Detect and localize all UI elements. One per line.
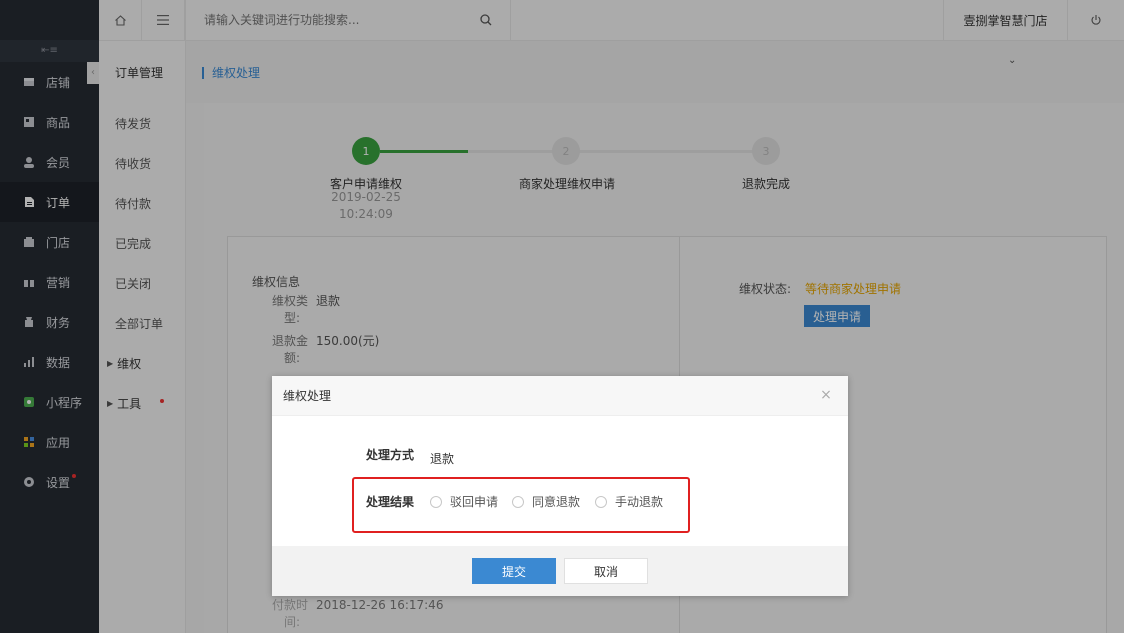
info-key-line: 付款时 [272, 598, 309, 612]
modal-title: 维权处理 [283, 389, 332, 403]
submit-button[interactable]: 提交 [472, 558, 556, 584]
close-icon[interactable]: × [818, 387, 834, 403]
info-key: 付款时间: [272, 597, 316, 631]
info-key-line: 间: [284, 615, 301, 629]
modal-footer: 提交 取消 [272, 546, 848, 596]
method-value: 退款 [430, 452, 455, 466]
cancel-button[interactable]: 取消 [564, 558, 648, 584]
rights-modal: 维权处理 × 处理方式 退款 处理结果 驳回申请 同意退款 手动退款 提交 取消 [272, 376, 848, 596]
highlight-box [352, 477, 690, 533]
info-value: 2018-12-26 16:17:46 [316, 598, 444, 612]
info-row-paytime: 付款时间: 2018-12-26 16:17:46 [272, 597, 443, 631]
method-label: 处理方式 [366, 448, 415, 462]
modal-header: 维权处理 × [272, 376, 848, 416]
